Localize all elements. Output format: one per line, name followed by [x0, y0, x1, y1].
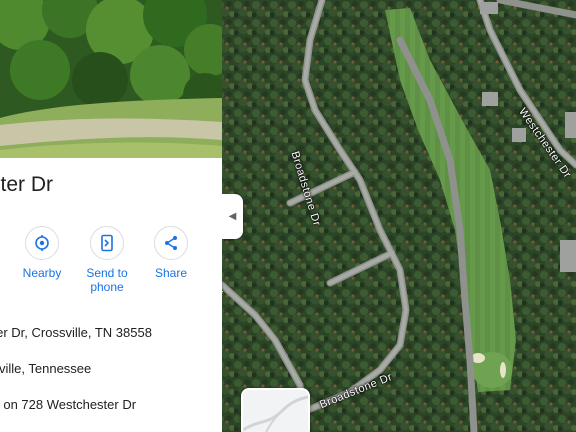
- place-title: ster Dr: [0, 173, 53, 196]
- layers-thumbnail-button[interactable]: [241, 388, 310, 432]
- action-buttons: Nearby Send to phone Share: [0, 226, 222, 296]
- share-button-circle: [154, 226, 188, 260]
- send-to-phone-button-circle: [90, 226, 124, 260]
- send-to-phone-icon: [101, 234, 113, 252]
- chevron-left-icon: ◀: [228, 211, 237, 222]
- place-photo[interactable]: [0, 0, 222, 158]
- address-row[interactable]: ster Dr, Crossville, TN 38558: [0, 325, 152, 340]
- nearby-icon: [35, 235, 49, 251]
- share-label: Share: [154, 266, 188, 280]
- send-to-phone-button[interactable]: Send to phone: [72, 226, 142, 294]
- send-to-phone-label: Send to phone: [86, 266, 128, 294]
- nearby-label: Nearby: [22, 266, 62, 280]
- suggest-edit-row[interactable]: dit on 728 Westchester Dr: [0, 397, 136, 412]
- share-icon: [165, 236, 177, 250]
- share-button[interactable]: Share: [136, 226, 206, 280]
- collapse-panel-button[interactable]: ◀: [222, 194, 243, 239]
- nearby-button-circle: [25, 226, 59, 260]
- locality-row[interactable]: ssville, Tennessee: [0, 361, 91, 376]
- place-side-panel: ster Dr Nearby Send to phone: [0, 0, 222, 432]
- nearby-button[interactable]: Nearby: [7, 226, 77, 280]
